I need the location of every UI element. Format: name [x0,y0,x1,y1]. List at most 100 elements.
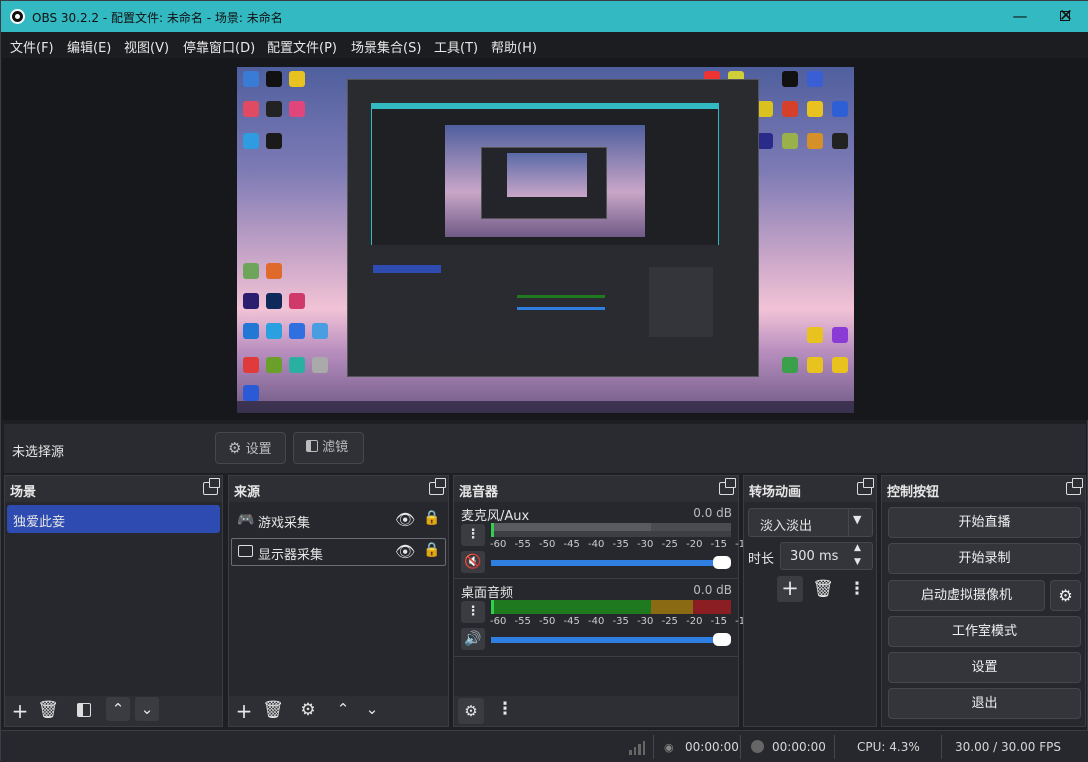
preview-screen-capture [237,67,854,413]
filter-icon [306,440,318,452]
status-bar: ◉ 00:00:00 00:00:00 CPU: 4.3% 30.00 / 30… [1,730,1088,762]
mixer-channel-desktop: 桌面音频 0.0 dB -60 -55 -50 -45 -40 -35 -30 … [454,580,785,656]
sources-dock: 来源 🎮 游戏采集 👁 🔒 显示器采集 👁 🔒 + 🗑 ⚙ ⌃ ⌄ [228,475,449,727]
speaker-icon[interactable]: 🔊 [461,628,485,650]
scenes-dock: 场景 独爱此妾 + 🗑 ⌃ ⌄ [4,475,223,727]
more-options-icon[interactable]: ⋮ [846,579,868,599]
window-title: OBS 30.2.2 - 配置文件: 未命名 - 场景: 未命名 [32,11,283,25]
menu-help[interactable]: 帮助(H) [491,37,537,56]
channel-name: 麦克风/Aux [461,509,530,524]
minimize-icon [996,1,1042,32]
move-up-icon[interactable]: ⌃ [106,697,130,721]
menu-edit[interactable]: 编辑(E) [67,37,111,56]
source-filters-label: 滤镜 [322,440,349,455]
duration-spinbox[interactable]: 300 ms ▲ ▼ [780,542,873,570]
monitor-icon [238,545,253,557]
chevron-down-icon: ▼ [853,513,862,526]
undock-icon[interactable] [203,478,220,495]
menu-bar: 文件(F) 编辑(E) 视图(V) 停靠窗口(D) 配置文件(P) 场景集合(S… [1,32,1088,58]
gear-icon: ⚙ [228,439,242,457]
scene-item[interactable]: 独爱此妾 [7,505,220,533]
menu-scene-collection[interactable]: 场景集合(S) [351,37,421,56]
source-filters-button[interactable]: 滤镜 [293,432,364,464]
menu-tools[interactable]: 工具(T) [434,37,478,56]
mixer-title: 混音器 [459,485,499,500]
studio-mode-button[interactable]: 工作室模式 [888,616,1081,647]
menu-profile[interactable]: 配置文件(P) [267,37,337,56]
scenes-title: 场景 [10,485,37,500]
menu-docks[interactable]: 停靠窗口(D) [183,37,255,56]
source-settings-label: 设置 [245,442,272,457]
transition-select-value: 淡入淡出 [760,519,813,534]
trash-icon[interactable]: 🗑 [262,700,284,720]
stream-time: 00:00:00 [685,740,739,754]
source-toolbar: 未选择源 ⚙ 设置 滤镜 [4,424,1086,473]
channel-db: 0.0 dB [693,506,732,520]
level-meter [491,523,731,531]
source-item[interactable]: 🎮 游戏采集 👁 🔒 [231,506,446,534]
fps-readout: 30.00 / 30.00 FPS [955,740,1061,754]
meter-scale: -60 -55 -50 -45 -40 -35 -30 -25 -20 -15 … [490,539,785,550]
trash-icon[interactable]: 🗑 [812,579,834,599]
lock-icon[interactable]: 🔒 [423,510,440,526]
gear-icon[interactable]: ⚙ [297,700,319,720]
obs-window: OBS 30.2.2 - 配置文件: 未命名 - 场景: 未命名 — ✕ #ti… [0,0,1088,762]
level-meter [491,600,731,614]
lock-icon[interactable]: 🔒 [423,542,440,558]
record-time: 00:00:00 [772,740,826,754]
controls-dock: 控制按钮 开始直播 开始录制 启动虚拟摄像机 ⚙ 工作室模式 设置 退出 [881,475,1086,727]
exit-button[interactable]: 退出 [888,688,1081,719]
virtual-camera-settings-icon[interactable]: ⚙ [1050,580,1081,611]
source-settings-button[interactable]: ⚙ 设置 [215,432,286,464]
scene-item-label: 独爱此妾 [13,515,66,530]
volume-slider[interactable] [491,556,731,569]
more-options-icon[interactable]: ⋮ [494,699,516,719]
transitions-dock: 转场动画 淡入淡出 ▼ 时长 300 ms ▲ ▼ + 🗑 ⋮ [743,475,877,727]
sources-title: 来源 [234,485,261,500]
undock-icon[interactable] [857,478,874,495]
more-options-icon[interactable]: ⋮ [461,524,485,546]
start-streaming-button[interactable]: 开始直播 [888,507,1081,538]
no-source-selected-label: 未选择源 [12,445,65,460]
volume-slider[interactable] [491,633,731,646]
advanced-audio-icon[interactable]: ⚙ [458,698,484,724]
cpu-usage: CPU: 4.3% [857,740,920,754]
transition-select[interactable]: 淡入淡出 ▼ [748,508,873,537]
channel-db: 0.0 dB [693,583,732,597]
move-up-icon[interactable]: ⌃ [332,700,354,718]
stream-status-icon: ◉ [664,741,674,754]
source-item[interactable]: 显示器采集 👁 🔒 [231,538,446,566]
undock-icon[interactable] [719,478,736,495]
duration-value: 300 ms [790,549,839,564]
network-signal-icon [629,739,645,755]
more-options-icon[interactable]: ⋮ [461,601,485,623]
add-transition-icon[interactable]: + [777,576,803,602]
eye-icon[interactable]: 👁 [395,510,415,529]
preview-area[interactable] [2,58,1088,420]
trash-icon[interactable]: 🗑 [37,700,59,720]
controls-title: 控制按钮 [887,485,940,500]
move-down-icon[interactable]: ⌄ [135,697,159,721]
eye-icon[interactable]: 👁 [395,542,415,561]
menu-file[interactable]: 文件(F) [10,37,54,56]
record-status-icon [751,740,764,753]
menu-view[interactable]: 视图(V) [124,37,169,56]
undock-icon[interactable] [429,478,446,495]
scene-filters-icon[interactable] [73,702,95,722]
chevron-down-icon[interactable]: ▼ [854,557,861,567]
close-button[interactable]: ✕ [1043,1,1088,32]
settings-button[interactable]: 设置 [888,652,1081,683]
source-item-label: 游戏采集 [258,516,311,531]
muted-speaker-icon[interactable]: 🔇 [461,551,485,573]
obs-logo-icon [10,9,25,24]
transitions-title: 转场动画 [749,485,802,500]
chevron-up-icon[interactable]: ▲ [854,543,861,553]
add-scene-icon[interactable]: + [9,699,31,723]
add-source-icon[interactable]: + [233,699,255,723]
gamepad-icon: 🎮 [237,512,255,528]
meter-scale: -60 -55 -50 -45 -40 -35 -30 -25 -20 -15 … [490,616,785,627]
undock-icon[interactable] [1066,478,1083,495]
move-down-icon[interactable]: ⌄ [361,700,383,718]
start-virtual-camera-button[interactable]: 启动虚拟摄像机 [888,580,1045,611]
start-recording-button[interactable]: 开始录制 [888,543,1081,574]
